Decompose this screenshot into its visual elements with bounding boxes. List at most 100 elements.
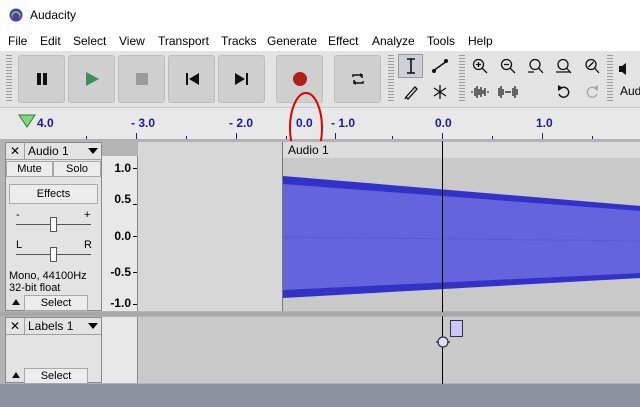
timeline-ruler[interactable]: 4.0 - 3.0 - 2.0 - 1.0 0.0 0.0 1.0 [0,92,640,164]
ruler-tick [442,133,443,139]
collapse-track-button[interactable] [9,368,23,382]
ruler-tick [542,133,543,139]
fit-project-button[interactable] [551,54,576,78]
waveform[interactable] [283,158,640,311]
amplitude-label: 1.0 [114,161,131,175]
zoom-in-icon [472,58,487,74]
label-track-area[interactable] [138,317,640,383]
menu-file[interactable]: File [8,34,27,48]
undo-icon [557,85,569,98]
menu-bar: File Edit Select View Transport Tracks G… [0,31,640,51]
amplitude-label: -0.5 [110,265,131,279]
select-track-button[interactable]: Select [24,368,88,384]
record-icon [292,72,307,86]
amplitude-ruler[interactable]: 1.0 0.5 0.0 -0.5 -1.0 [102,156,138,311]
solo-button[interactable]: Solo [53,161,101,177]
empty-project-area[interactable] [0,384,640,407]
zoom-toggle-button[interactable] [579,54,604,78]
selection-tool[interactable] [398,54,423,78]
pan-left-label: L [16,239,23,251]
ruler-label: 0.0 [435,116,452,130]
ruler-tick [236,133,237,139]
gain-plus-label: + [84,209,91,221]
close-track-button[interactable]: ✕ [8,144,22,158]
title-bar: Audacity [0,0,640,31]
ruler-tick [592,136,593,139]
track-header: ✕ Labels 1 [6,318,101,335]
zoom-in-button[interactable] [467,54,492,78]
select-track-button[interactable]: Select [24,295,88,311]
menu-select[interactable]: Select [73,34,106,48]
menu-help[interactable]: Help [468,34,493,48]
loop-button[interactable] [334,55,381,103]
partial-toolbar-label: Aud [620,84,640,98]
audio-track: ✕ Audio 1 Mute Solo Effects - + L R Mono… [0,141,640,312]
label-track-spacer [102,317,138,383]
empty-track-area[interactable] [138,142,282,311]
amplitude-tick [133,272,137,273]
toolbar-grip[interactable] [6,55,12,103]
silence-icon [497,86,518,98]
pause-button[interactable] [18,55,65,103]
audio-clip[interactable]: Audio 1 [282,142,640,311]
clip-title-bar[interactable]: Audio 1 [283,142,640,158]
redo-button[interactable] [579,80,604,104]
menu-view[interactable]: View [119,34,145,48]
ruler-tick [136,133,137,139]
zoom-out-button[interactable] [495,54,520,78]
tools-grip[interactable] [388,55,394,103]
audio-track-controls: ✕ Audio 1 Mute Solo Effects - + L R Mono… [5,142,102,311]
chevron-down-icon [88,148,98,154]
menu-analyze[interactable]: Analyze [372,34,415,48]
skip-to-end-button[interactable] [218,55,265,103]
envelope-tool[interactable] [427,54,452,78]
draw-tool[interactable] [398,80,423,104]
menu-generate[interactable]: Generate [267,34,317,48]
effects-button[interactable]: Effects [9,184,98,204]
pan-right-label: R [84,239,92,251]
stop-button[interactable] [118,55,165,103]
track-name-menu[interactable]: Audio 1 [24,143,103,159]
play-head-icon[interactable] [18,114,36,128]
fit-selection-button[interactable] [523,54,548,78]
silence-audio-button[interactable] [495,80,520,104]
menu-tracks[interactable]: Tracks [221,34,257,48]
gain-slider[interactable] [50,217,57,232]
label-track: ✕ Labels 1 Select [0,316,640,384]
track-name: Labels 1 [28,319,74,333]
menu-edit[interactable]: Edit [40,34,61,48]
play-button[interactable] [68,55,115,103]
label-text-box[interactable] [450,320,463,337]
undo-button[interactable] [551,80,576,104]
meter-grip[interactable] [607,55,613,103]
ruler-tick [86,136,87,139]
multi-tool[interactable] [427,80,452,104]
i-beam-icon [406,58,415,74]
amplitude-label: 0.5 [114,192,131,206]
skip-start-icon [185,73,199,85]
track-name-menu[interactable]: Labels 1 [24,318,103,334]
menu-transport[interactable]: Transport [158,34,209,48]
menu-effect[interactable]: Effect [328,34,358,48]
pan-slider[interactable] [50,247,57,262]
mute-button[interactable]: Mute [6,161,53,177]
skip-to-start-button[interactable] [168,55,215,103]
window-title: Audacity [30,8,77,22]
ruler-label: - 2.0 [229,116,254,130]
zoom-out-icon [500,58,515,74]
menu-tools[interactable]: Tools [427,34,455,48]
amplitude-tick [133,204,137,205]
amplitude-label: 0.0 [114,229,131,243]
pause-icon [36,73,47,85]
loop-icon [351,73,364,85]
ruler-tick [492,136,493,139]
collapse-track-button[interactable] [9,295,23,309]
speaker-icon[interactable] [617,61,633,77]
edit-grip[interactable] [459,55,465,103]
ruler-tick [392,136,393,139]
zoom-toggle-icon [584,58,599,74]
close-track-button[interactable]: ✕ [8,319,22,333]
ruler-label: - 1.0 [331,116,356,130]
trim-audio-button[interactable] [467,80,492,104]
redo-icon [586,85,598,98]
